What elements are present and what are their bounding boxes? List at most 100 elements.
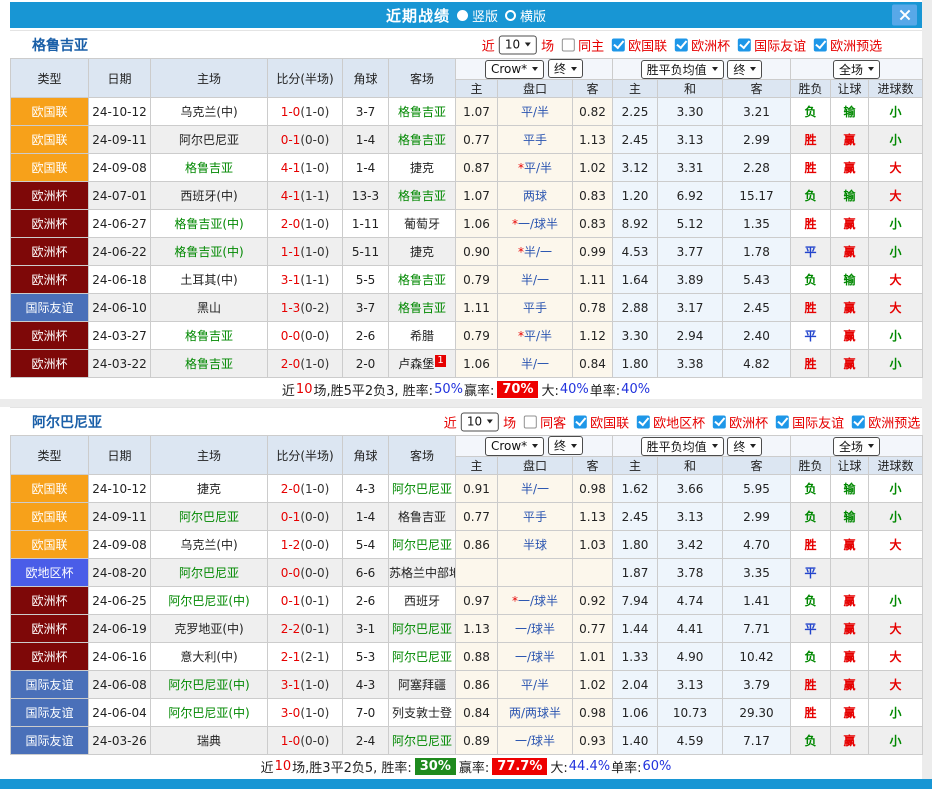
competition-checkbox[interactable] bbox=[852, 415, 865, 428]
score: 0-0(0-0) bbox=[268, 559, 343, 587]
same-venue-checkbox[interactable] bbox=[524, 415, 537, 428]
recent-count-select[interactable]: 10 bbox=[461, 412, 499, 431]
away-odds: 0.93 bbox=[573, 727, 613, 755]
competition-checkbox[interactable] bbox=[713, 415, 726, 428]
result: 平 bbox=[791, 238, 831, 266]
score: 2-0(1-0) bbox=[268, 475, 343, 503]
fulltime-score: 0-1 bbox=[281, 510, 301, 524]
match-date: 24-06-27 bbox=[89, 210, 151, 238]
home-odds: 0.86 bbox=[456, 671, 498, 699]
match-date: 24-06-04 bbox=[89, 699, 151, 727]
avg-draw-odds: 6.92 bbox=[658, 182, 723, 210]
title-group: 近期战绩 竖版横版 bbox=[386, 5, 546, 26]
avg-time-select[interactable]: 终 bbox=[727, 60, 762, 79]
recent-count-select[interactable]: 10 bbox=[499, 35, 537, 54]
bookmaker-select[interactable]: Crow* bbox=[485, 60, 544, 79]
handicap-result: 赢 bbox=[831, 210, 869, 238]
handicap-result: 赢 bbox=[831, 587, 869, 615]
avg-home-odds: 2.88 bbox=[613, 294, 658, 322]
handicap: 半/一 bbox=[498, 266, 573, 294]
corners: 2-4 bbox=[343, 727, 389, 755]
match-row: 欧国联24-09-11阿尔巴尼亚0-1(0-0)1-4格鲁吉亚0.77平手1.1… bbox=[11, 126, 923, 154]
handicap-label: 平手 bbox=[523, 510, 547, 524]
score: 0-1(0-0) bbox=[268, 503, 343, 531]
team-label: 土耳其(中) bbox=[180, 273, 237, 287]
handicap-result: 输 bbox=[831, 503, 869, 531]
competition-type-badge: 国际友谊 bbox=[11, 699, 89, 727]
away-odds: 1.13 bbox=[573, 503, 613, 531]
scope-select[interactable]: 全场 bbox=[833, 60, 880, 79]
rank-badge: 1 bbox=[435, 355, 445, 367]
competition-checkbox[interactable] bbox=[574, 415, 587, 428]
team-label: 乌克兰(中) bbox=[180, 538, 237, 552]
select-value: 胜平负均值 bbox=[647, 61, 707, 78]
match-date: 24-06-10 bbox=[89, 294, 151, 322]
corners: 3-1 bbox=[343, 615, 389, 643]
avg-draw-odds: 3.13 bbox=[658, 503, 723, 531]
halftime-score: (1-1) bbox=[300, 273, 329, 287]
fulltime-score: 3-1 bbox=[281, 273, 301, 287]
column-subheader: 让球 bbox=[831, 80, 869, 98]
corners: 1-4 bbox=[343, 503, 389, 531]
layout-radio-horizontal[interactable]: 横版 bbox=[505, 6, 546, 25]
same-venue-checkbox[interactable] bbox=[562, 38, 575, 51]
avg-away-odds: 7.71 bbox=[723, 615, 791, 643]
checkbox-label: 国际友谊 bbox=[754, 35, 806, 54]
home-team: 捷克 bbox=[151, 475, 268, 503]
checkbox-label: 欧国联 bbox=[628, 35, 667, 54]
avg-away-odds: 3.35 bbox=[723, 559, 791, 587]
handicap-result: 赢 bbox=[831, 615, 869, 643]
competition-checkbox[interactable] bbox=[637, 415, 650, 428]
corners: 5-11 bbox=[343, 238, 389, 266]
away-team: 格鲁吉亚 bbox=[389, 266, 456, 294]
away-team: 格鲁吉亚 bbox=[389, 503, 456, 531]
column-header: 类型 bbox=[11, 59, 89, 98]
halftime-score: (1-0) bbox=[300, 105, 329, 119]
odds-time-select[interactable]: 终 bbox=[548, 436, 583, 455]
competition-checkbox[interactable] bbox=[776, 415, 789, 428]
competition-option: 欧国联 bbox=[574, 412, 629, 431]
select-value: Crow* bbox=[491, 439, 527, 453]
handicap-result: 赢 bbox=[831, 154, 869, 182]
layout-radio-vertical[interactable]: 竖版 bbox=[457, 6, 498, 25]
bookmaker-select[interactable]: Crow* bbox=[485, 437, 544, 456]
avg-odds-select[interactable]: 胜平负均值 bbox=[641, 60, 724, 79]
corners: 4-3 bbox=[343, 475, 389, 503]
avg-home-odds: 2.04 bbox=[613, 671, 658, 699]
scope-select[interactable]: 全场 bbox=[833, 437, 880, 456]
filter-label-near: 近 bbox=[482, 35, 495, 54]
summary-segment: 40% bbox=[621, 382, 650, 397]
odds-group-header: Crow* 终 bbox=[456, 59, 613, 80]
avg-odds-select[interactable]: 胜平负均值 bbox=[641, 437, 724, 456]
corners: 3-7 bbox=[343, 98, 389, 126]
avg-draw-odds: 4.41 bbox=[658, 615, 723, 643]
result: 平 bbox=[791, 615, 831, 643]
match-row: 欧国联24-09-08乌克兰(中)1-2(0-0)5-4阿尔巴尼亚0.86半球1… bbox=[11, 531, 923, 559]
competition-checkbox[interactable] bbox=[738, 38, 751, 51]
competition-checkbox[interactable] bbox=[675, 38, 688, 51]
avg-time-select[interactable]: 终 bbox=[727, 437, 762, 456]
competition-checkbox[interactable] bbox=[814, 38, 827, 51]
corners: 7-0 bbox=[343, 699, 389, 727]
checkbox-label: 欧洲杯 bbox=[691, 35, 730, 54]
match-date: 24-07-01 bbox=[89, 182, 151, 210]
close-button[interactable] bbox=[892, 5, 917, 26]
handicap: 平手 bbox=[498, 503, 573, 531]
odds-time-select[interactable]: 终 bbox=[548, 59, 583, 78]
competition-checkbox[interactable] bbox=[612, 38, 625, 51]
away-odds: 1.13 bbox=[573, 126, 613, 154]
avg-home-odds: 1.40 bbox=[613, 727, 658, 755]
team-label: 乌克兰(中) bbox=[180, 105, 237, 119]
away-odds: 0.92 bbox=[573, 587, 613, 615]
handicap-label: 两球 bbox=[523, 189, 547, 203]
summary-segment: 44.4% bbox=[569, 759, 610, 774]
competition-option: 欧洲杯 bbox=[713, 412, 768, 431]
avg-away-odds: 3.21 bbox=[723, 98, 791, 126]
match-date: 24-06-19 bbox=[89, 615, 151, 643]
competition-option: 欧洲杯 bbox=[675, 35, 730, 54]
away-team: 格鲁吉亚 bbox=[389, 294, 456, 322]
result: 负 bbox=[791, 643, 831, 671]
home-team: 瑞典 bbox=[151, 727, 268, 755]
team-label: 阿尔巴尼亚 bbox=[392, 650, 452, 664]
fulltime-score: 1-1 bbox=[281, 245, 301, 259]
